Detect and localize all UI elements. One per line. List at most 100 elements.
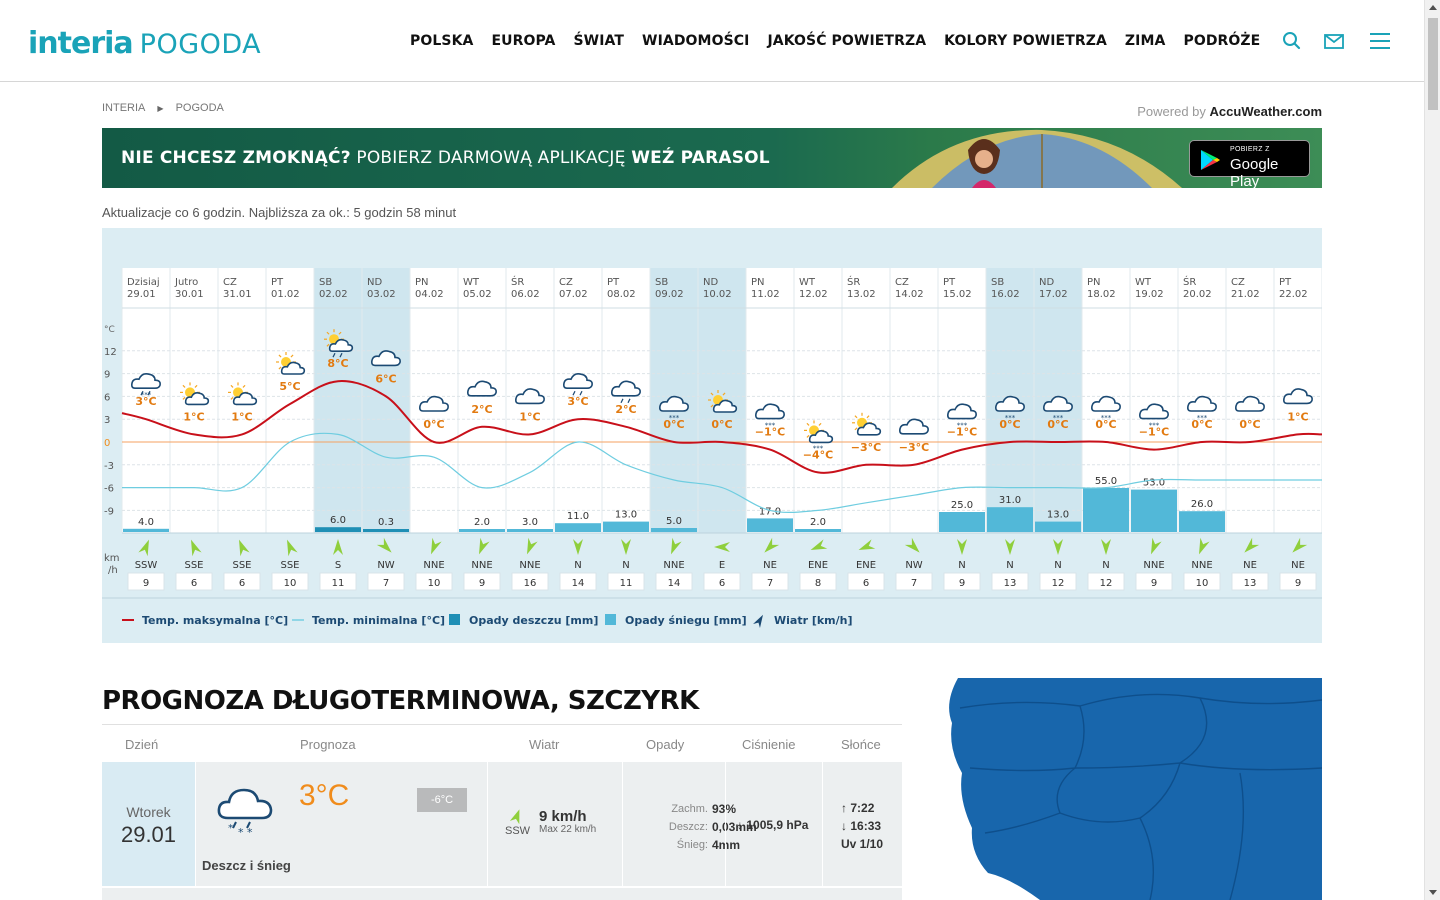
wind-direction-label: NE: [1243, 560, 1257, 571]
day-date-label: 22.02: [1279, 289, 1308, 300]
day-name-label: Jutro: [174, 277, 198, 288]
row-temp-min: -6°C: [417, 788, 467, 812]
wind-direction-label: NW: [377, 560, 394, 571]
wind-speed-label: 6: [863, 578, 869, 589]
nav-europa[interactable]: EUROPA: [491, 33, 555, 49]
max-temp-label: 3°C: [135, 395, 156, 408]
breadcrumb-interia[interactable]: INTERIA: [102, 102, 145, 114]
wind-speed-label: 10: [1196, 578, 1209, 589]
day-name-label: CZ: [895, 277, 909, 288]
wind-speed-label: 6: [239, 578, 245, 589]
powered-by[interactable]: Powered by AccuWeather.com: [1137, 104, 1322, 119]
menu-icon[interactable]: [1369, 30, 1391, 52]
main-nav: POLSKA EUROPA ŚWIAT WIADOMOŚCI JAKOŚĆ PO…: [410, 33, 1278, 49]
cell-divider: [487, 762, 488, 886]
legend-label: Opady śniegu [mm]: [625, 614, 747, 627]
wind-speed-label: 11: [332, 578, 345, 589]
day-name-label: WT: [1135, 277, 1152, 288]
precip-bar: [315, 527, 361, 532]
precip-bar: [939, 512, 985, 532]
mail-icon[interactable]: [1323, 30, 1345, 52]
precip-bar: [1035, 521, 1081, 532]
wind-speed-label: 12: [1052, 578, 1065, 589]
row-wind-max: Max 22 km/h: [539, 824, 597, 835]
y-tick-label: -6: [104, 484, 114, 495]
day-name-label: ŚR: [511, 275, 524, 288]
wind-speed-label: 6: [191, 578, 197, 589]
precip-bar: [1083, 488, 1129, 532]
wind-direction-icon: [510, 809, 520, 824]
precip-value-label: 5.0: [666, 516, 682, 527]
nav-jakosc-powietrza[interactable]: JAKOŚĆ POWIETRZA: [767, 33, 926, 49]
precip-bar: [123, 528, 169, 532]
nav-swiat[interactable]: ŚWIAT: [573, 33, 624, 49]
day-date-label: 01.02: [271, 289, 300, 300]
weather-map[interactable]: [940, 678, 1322, 900]
wind-direction-icon: [573, 539, 583, 555]
powered-by-brand: AccuWeather.com: [1209, 104, 1322, 119]
forecast-row[interactable]: Wtorek 29.01 * * * 3°C -6°C Deszcz i śni…: [102, 762, 902, 886]
scroll-thumb[interactable]: [1428, 18, 1438, 110]
precip-bar: [459, 529, 505, 532]
wind-direction-label: NE: [763, 560, 777, 571]
nav-zima[interactable]: ZIMA: [1125, 33, 1166, 49]
day-name-label: ND: [1039, 277, 1054, 288]
wind-direction-label: ENE: [856, 560, 876, 571]
legend-wind-icon: [753, 614, 763, 629]
row-wind-dir: SSW: [505, 825, 531, 837]
pressure-down-arrow-icon: ↓: [737, 818, 743, 832]
google-play-button[interactable]: POBIERZ Z Google Play: [1189, 140, 1310, 188]
banner-text: NIE CHCESZ ZMOKNĄĆ? POBIERZ DARMOWĄ APLI…: [121, 148, 770, 168]
legend-label: Wiatr [km/h]: [774, 614, 853, 627]
day-date-label: 29.01: [127, 289, 156, 300]
wind-speed-label: 7: [383, 578, 389, 589]
max-temp-label: 1°C: [183, 410, 204, 423]
nav-polska[interactable]: POLSKA: [410, 33, 473, 49]
wind-direction-icon: [858, 539, 876, 550]
header-precip: Opady: [646, 737, 685, 752]
day-date-label: 19.02: [1135, 289, 1164, 300]
scroll-up-arrow-icon[interactable]: [1429, 5, 1437, 10]
precip-value-label: 2.0: [474, 517, 490, 528]
wind-speed-label: 13: [1004, 578, 1017, 589]
y-axis-unit: °C: [104, 325, 115, 335]
day-name-label: WT: [463, 277, 480, 288]
site-logo[interactable]: interia POGODA: [28, 26, 261, 61]
nav-kolory-powietrza[interactable]: KOLORY POWIETRZA: [944, 33, 1107, 49]
sunset-time: 16:33: [850, 819, 882, 833]
day-name-label: PT: [943, 277, 956, 288]
max-temp-label: 1°C: [1287, 410, 1308, 423]
day-name-label: Dzisiaj: [127, 277, 160, 288]
breadcrumb-pogoda[interactable]: POGODA: [176, 102, 224, 114]
google-play-small-text: POBIERZ Z: [1230, 146, 1270, 153]
forecast-chart-svg: °C129630-3-6-9Dzisiaj29.01Jutro30.01CZ31…: [102, 268, 1322, 629]
nav-wiadomosci[interactable]: WIADOMOŚCI: [642, 33, 749, 49]
max-temp-label: 0°C: [1047, 418, 1068, 431]
page-scrollbar[interactable]: [1424, 0, 1440, 900]
scroll-down-arrow-icon[interactable]: [1429, 890, 1437, 895]
day-date-label: 05.02: [463, 289, 492, 300]
forecast-row-next[interactable]: [102, 888, 902, 900]
snow-value: 4mm: [712, 838, 741, 852]
google-play-big-text: Google Play: [1230, 156, 1279, 188]
day-date-label: 06.02: [511, 289, 540, 300]
wind-unit-label: km: [104, 553, 120, 564]
precip-bar: [555, 523, 601, 532]
row-description: Deszcz i śnieg: [202, 858, 291, 873]
day-date-label: 08.02: [607, 289, 636, 300]
wind-direction-icon: [671, 537, 682, 555]
day-date-label: 14.02: [895, 289, 924, 300]
row-temp-max: 3°C: [299, 779, 350, 812]
day-name-label: SB: [655, 277, 668, 288]
search-icon[interactable]: [1281, 30, 1303, 52]
wind-direction-label: NNE: [471, 560, 492, 571]
ad-banner[interactable]: NIE CHCESZ ZMOKNĄĆ? POBIERZ DARMOWĄ APLI…: [102, 128, 1322, 188]
pressure-value: 1005,9 hPa: [746, 818, 809, 832]
y-tick-label: 6: [104, 392, 110, 403]
legend-snow-swatch: [605, 614, 616, 625]
wind-speed-label: 9: [1295, 578, 1301, 589]
y-tick-label: -3: [104, 461, 114, 472]
nav-podroze[interactable]: PODRÓŻE: [1183, 33, 1260, 49]
breadcrumb-separator-icon: ▶: [157, 103, 164, 113]
max-temp-label: 3°C: [567, 395, 588, 408]
